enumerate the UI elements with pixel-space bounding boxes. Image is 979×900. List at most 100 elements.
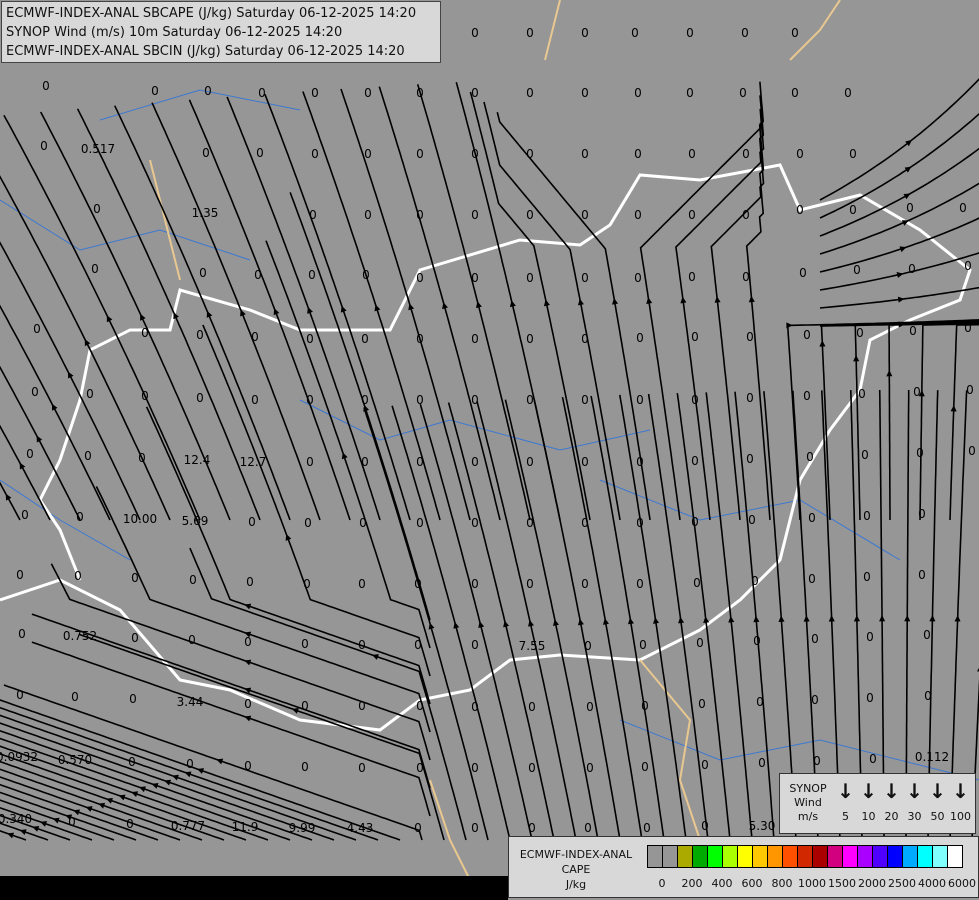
cape-value-label: 0 [301, 760, 309, 774]
streamline-arrow-icon [509, 300, 516, 308]
cape-value-label: 0 [414, 638, 422, 652]
cape-value-label: 0 [471, 700, 479, 714]
cape-value-label: 0 [196, 391, 204, 405]
cape-value-label: 1.35 [192, 206, 219, 220]
colorbar-cell [678, 846, 693, 867]
cape-value-label: 0 [918, 507, 926, 521]
cape-value-label: 0 [526, 516, 534, 530]
colorbar-cell [768, 846, 783, 867]
cape-value-label: 0 [581, 455, 589, 469]
cape-value-label: 0 [791, 26, 799, 40]
cape-value-label: 0 [751, 574, 759, 588]
cape-value-label: 0 [40, 139, 48, 153]
cape-value-label: 0 [742, 270, 750, 284]
cape-value-label: 0 [308, 268, 316, 282]
cape-value-label: 0 [968, 444, 976, 458]
streamline-arrow-icon [646, 297, 653, 304]
cape-value-label: 0 [358, 638, 366, 652]
cape-value-label: 0 [586, 700, 594, 714]
cape-value-label: 0 [756, 695, 764, 709]
colorbar-tick-label: 4000 [918, 877, 946, 890]
streamline [533, 398, 621, 841]
streamline-arrow-icon [853, 355, 860, 362]
wind-arrow-icon: ↓ [860, 779, 877, 803]
streamline-arrow-icon [171, 774, 179, 781]
streamline-arrow-icon [374, 304, 381, 312]
colorbar-tick-label: 1500 [828, 877, 856, 890]
cape-value-label: 0.112 [915, 750, 949, 764]
cape-legend-subtitle: CAPE [561, 863, 591, 876]
streamline [710, 95, 765, 521]
wind-legend-title: SYNOP [789, 782, 827, 795]
cape-value-label: 0 [863, 509, 871, 523]
wind-streamlines [0, 78, 979, 841]
cape-value-label: 0 [686, 26, 694, 40]
wind-legend-unit: m/s [797, 810, 819, 823]
cape-value-label: 0 [204, 84, 212, 98]
cape-value-label: 0 [799, 266, 807, 280]
cape-value-label: 0 [16, 568, 24, 582]
wind-legend-arrows: ↓ 5 ↓ 10 ↓ 20 ↓ 30 ↓ 50 ↓ 100 [834, 780, 972, 823]
cape-value-label: 0 [74, 569, 82, 583]
cape-value-label: 0 [471, 86, 479, 100]
cape-value-label: 0 [811, 632, 819, 646]
cape-value-label: 0 [471, 208, 479, 222]
cape-value-label: 0 [416, 332, 424, 346]
cape-value-label: 0 [141, 326, 149, 340]
cape-value-label: 0 [813, 754, 821, 768]
streamline-arrow-icon [291, 708, 299, 714]
cape-value-label: 0 [71, 690, 79, 704]
cape-value-label: 0.340 [0, 812, 32, 826]
cape-value-label: 0 [856, 326, 864, 340]
colorbar-cell [828, 846, 843, 867]
cape-value-label: 0 [581, 393, 589, 407]
cape-value-label: 0 [471, 821, 479, 835]
cape-value-label: 0 [796, 147, 804, 161]
title-synop-wind: SYNOP Wind (m/s) 10m Saturday 06-12-2025… [6, 25, 343, 40]
cape-value-label: 0 [636, 455, 644, 469]
streamline-arrow-icon [803, 615, 810, 622]
cape-value-label: 0 [471, 332, 479, 346]
cape-value-label: 0 [909, 324, 917, 338]
cape-value-label: 0 [691, 330, 699, 344]
cape-value-label: 0 [471, 393, 479, 407]
title-sbcin: ECMWF-INDEX-ANAL SBCIN (J/kg) Saturday 0… [6, 44, 405, 59]
colorbar-cell [648, 846, 663, 867]
cape-value-label: 0 [866, 691, 874, 705]
streamline-arrow-icon [244, 659, 252, 666]
cape-value-label: 0 [586, 761, 594, 775]
streamline [819, 112, 979, 219]
cape-value-label: 0 [362, 268, 370, 282]
streamline-arrow-icon [138, 786, 146, 793]
cape-value-label: 0 [84, 449, 92, 463]
wind-legend-item: ↓ 20 [880, 780, 903, 823]
cape-value-label: 0 [244, 759, 252, 773]
streamline-arrow-icon [32, 825, 40, 832]
colorbar-cell [903, 846, 918, 867]
cape-value-label: 0 [202, 146, 210, 160]
streamline [378, 86, 501, 521]
colorbar-cell [663, 846, 678, 867]
cape-value-label: 0 [471, 455, 479, 469]
cape-value-label: 0 [196, 328, 204, 342]
streamline-arrow-icon [602, 618, 609, 625]
wind-arrow-icon: ↓ [929, 779, 946, 803]
cape-value-label: 0 [748, 513, 756, 527]
cape-value-label: 0 [471, 638, 479, 652]
streamline [483, 101, 621, 521]
streamline [0, 481, 21, 521]
wind-legend: SYNOP Wind m/s ↓ 5 ↓ 10 ↓ 20 ↓ 30 ↓ 50 ↓ 100 [779, 773, 976, 834]
cape-value-label: 0 [581, 516, 589, 530]
cape-value-label: 0 [414, 577, 422, 591]
streamline [590, 395, 665, 841]
cape-value-label: 0 [581, 86, 589, 100]
cape-value-label: 0 [361, 332, 369, 346]
streamline-arrow-icon [627, 617, 634, 625]
streamline [447, 402, 555, 841]
cape-value-label: 3.44 [177, 695, 204, 709]
streamline-arrow-icon [197, 768, 205, 774]
cape-value-label: 0 [636, 393, 644, 407]
cape-value-label: 10.00 [123, 512, 157, 526]
cape-value-label: 0 [244, 635, 252, 649]
neighbor-border [639, 659, 701, 841]
